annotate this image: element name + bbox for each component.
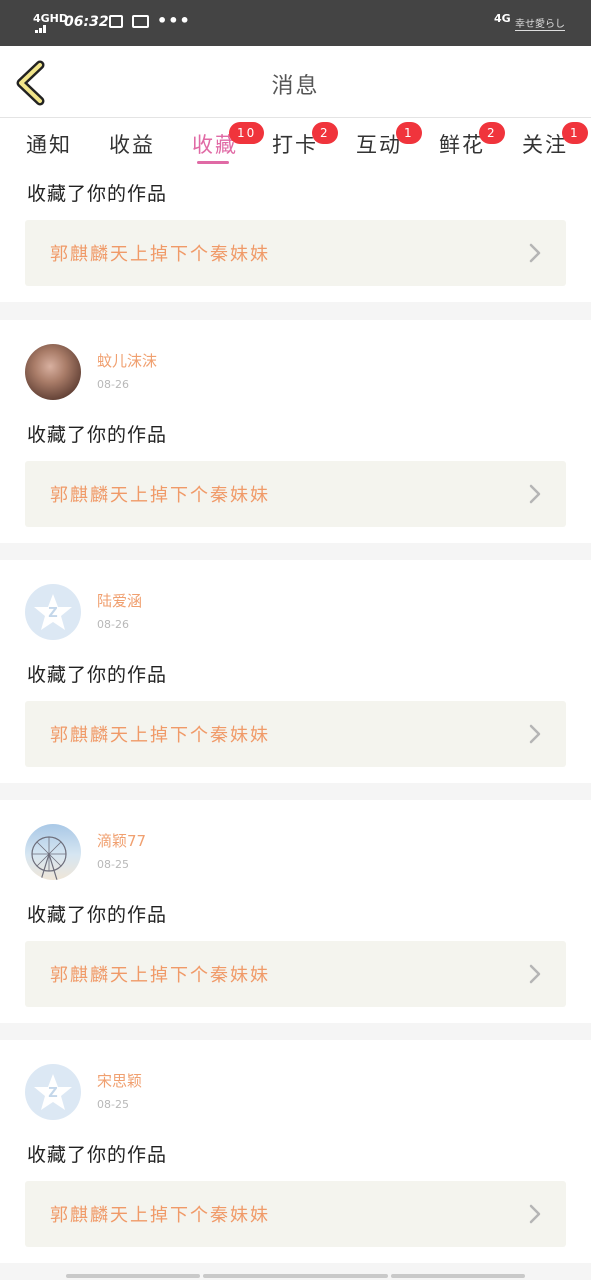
chevron-right-icon	[529, 964, 541, 984]
action-text: 收藏了你的作品	[27, 183, 168, 205]
list-item: 蚊儿沫沫 08-26 收藏了你的作品 郭麒麟天上掉下个秦妹妹	[0, 320, 591, 543]
work-title: 郭麒麟天上掉下个秦妹妹	[50, 485, 270, 506]
iqiyi-icon	[132, 15, 149, 28]
more-notifications-icon: •••	[157, 11, 191, 30]
ferris-wheel-avatar[interactable]	[25, 824, 81, 880]
tab-label: 互动	[356, 133, 402, 157]
tab-interactions[interactable]: 互动 1	[356, 122, 422, 159]
photo-avatar[interactable]	[25, 344, 81, 400]
unread-badge: 1	[562, 122, 588, 144]
action-text: 收藏了你的作品	[27, 904, 168, 926]
carrier-name: 幸せ愛らし	[515, 15, 565, 31]
action-text: 收藏了你的作品	[27, 1144, 168, 1166]
tab-notifications[interactable]: 通知	[26, 129, 72, 159]
message-date: 08-26	[97, 378, 129, 391]
action-text: 收藏了你的作品	[27, 424, 168, 446]
unread-badge: 1	[396, 122, 422, 144]
action-text: 收藏了你的作品	[27, 664, 168, 686]
tab-earnings[interactable]: 收益	[109, 129, 155, 159]
username[interactable]: 蚊儿沫沫	[97, 350, 157, 371]
status-time: 06:32	[64, 14, 109, 30]
work-link[interactable]: 郭麒麟天上掉下个秦妹妹	[25, 461, 566, 527]
message-date: 08-25	[97, 858, 129, 871]
tab-favorites[interactable]: 收藏 10	[192, 122, 265, 159]
svg-text:Z: Z	[48, 606, 57, 621]
page-title: 消息	[271, 74, 320, 99]
work-title: 郭麒麟天上掉下个秦妹妹	[50, 244, 270, 265]
chevron-right-icon	[529, 484, 541, 504]
message-date: 08-26	[97, 618, 129, 631]
username[interactable]: 陆爱涵	[97, 590, 142, 611]
video-icon	[109, 15, 123, 28]
nav-bar: 消息	[0, 46, 591, 118]
work-link[interactable]: 郭麒麟天上掉下个秦妹妹	[25, 220, 566, 286]
bottom-indicator	[391, 1274, 525, 1278]
tab-flowers[interactable]: 鲜花 2	[439, 122, 505, 159]
tab-label: 关注	[522, 133, 568, 157]
unread-badge: 2	[479, 122, 505, 144]
message-list[interactable]: 收藏了你的作品 郭麒麟天上掉下个秦妹妹 蚊儿沫沫 08-26 收藏了你的作品 郭…	[0, 171, 591, 1280]
work-link[interactable]: 郭麒麟天上掉下个秦妹妹	[25, 941, 566, 1007]
work-title: 郭麒麟天上掉下个秦妹妹	[50, 965, 270, 986]
tab-label: 鲜花	[439, 133, 485, 157]
chevron-right-icon	[529, 243, 541, 263]
tab-label: 收益	[109, 133, 155, 157]
work-title: 郭麒麟天上掉下个秦妹妹	[50, 1205, 270, 1226]
default-avatar-icon[interactable]: Z	[25, 1064, 81, 1120]
chevron-right-icon	[529, 1204, 541, 1224]
work-title: 郭麒麟天上掉下个秦妹妹	[50, 725, 270, 746]
svg-text:Z: Z	[48, 1086, 57, 1101]
bottom-indicator	[203, 1274, 388, 1278]
unread-badge: 2	[312, 122, 338, 144]
work-link[interactable]: 郭麒麟天上掉下个秦妹妹	[25, 1181, 566, 1247]
username[interactable]: 宋思颖	[97, 1070, 142, 1091]
tab-checkin[interactable]: 打卡 2	[272, 122, 338, 159]
username[interactable]: 滴颖77	[97, 830, 146, 851]
list-item: Z 宋思颖 08-25 收藏了你的作品 郭麒麟天上掉下个秦妹妹	[0, 1040, 591, 1263]
list-item: 收藏了你的作品 郭麒麟天上掉下个秦妹妹	[0, 171, 591, 302]
chevron-right-icon	[529, 724, 541, 744]
mobile-data-indicator: 4G	[494, 12, 511, 25]
tab-label: 通知	[26, 133, 72, 157]
tab-bar: 通知 收益 收藏 10 打卡 2 互动 1 鲜花 2 关注 1	[0, 117, 591, 171]
active-tab-indicator	[197, 161, 229, 164]
default-avatar-icon[interactable]: Z	[25, 584, 81, 640]
unread-badge: 10	[229, 122, 265, 144]
message-date: 08-25	[97, 1098, 129, 1111]
tab-follows[interactable]: 关注 1	[522, 122, 588, 159]
tab-label: 打卡	[272, 133, 318, 157]
network-type: 4GHD	[33, 12, 69, 25]
signal-icon	[35, 25, 51, 33]
work-link[interactable]: 郭麒麟天上掉下个秦妹妹	[25, 701, 566, 767]
list-item: Z 陆爱涵 08-26 收藏了你的作品 郭麒麟天上掉下个秦妹妹	[0, 560, 591, 783]
status-bar: 4GHD 06:32 ••• 4G 幸せ愛らし	[0, 0, 591, 46]
list-item: 滴颖77 08-25 收藏了你的作品 郭麒麟天上掉下个秦妹妹	[0, 800, 591, 1023]
bottom-indicator	[66, 1274, 200, 1278]
